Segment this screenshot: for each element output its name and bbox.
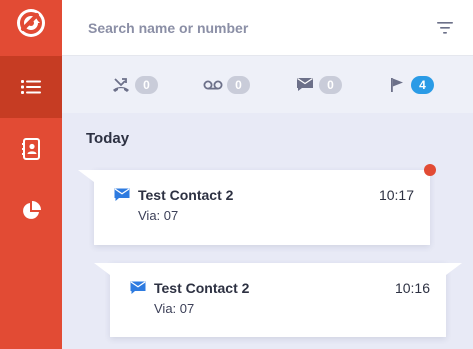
message-icon [130,281,146,295]
message-card[interactable]: Test Contact 2 10:17 Via: 07 [78,170,430,245]
message-icon [114,188,130,202]
message-meta: Via: 07 [130,301,430,316]
message-card[interactable]: Test Contact 2 10:16 Via: 07 [94,263,462,337]
message-via: Via: 07 [138,208,179,223]
list-icon [21,80,41,94]
filter-icon [437,21,453,34]
sidebar-rail [0,0,62,349]
message-time: 10:16 [394,280,430,296]
sidebar-item-reports[interactable] [0,180,62,242]
app-window: 0 0 0 [0,0,473,349]
message-time: 10:17 [378,187,414,203]
filter-missed-calls[interactable]: 0 [110,73,158,97]
filter-messages[interactable]: 0 [294,73,342,97]
contact-book-icon [22,138,40,160]
app-logo-icon [17,9,45,37]
flagged-count: 4 [411,75,434,94]
voicemail-icon [202,77,224,93]
missed-calls-count: 0 [135,75,158,94]
filter-tabs: 0 0 0 4 [62,56,473,113]
contact-name: Test Contact 2 [154,280,250,296]
sidebar-item-conversations[interactable] [0,56,62,118]
conversation-list: Today Test Contact 2 10:17 Via: 07 Test … [62,113,473,349]
search-input[interactable] [86,18,431,37]
message-via: Via: 07 [154,301,195,316]
message-icon [294,77,316,93]
search-bar [62,0,473,56]
flag-icon [386,77,408,93]
section-title: Today [86,130,130,147]
filter-button[interactable] [431,14,459,42]
messages-count: 0 [319,75,342,94]
message-meta: Via: 07 [114,208,414,223]
filter-flagged[interactable]: 4 [386,73,434,97]
sidebar-item-contacts[interactable] [0,118,62,180]
pie-chart-icon [23,201,41,219]
logo[interactable] [0,0,62,46]
filter-voicemail[interactable]: 0 [202,73,250,97]
message-header: Test Contact 2 10:16 [130,280,430,296]
message-header: Test Contact 2 10:17 [114,187,414,203]
main-panel: 0 0 0 [62,0,473,349]
missed-call-icon [110,77,132,93]
voicemail-count: 0 [227,75,250,94]
contact-name: Test Contact 2 [138,187,234,203]
unread-indicator [424,164,436,176]
